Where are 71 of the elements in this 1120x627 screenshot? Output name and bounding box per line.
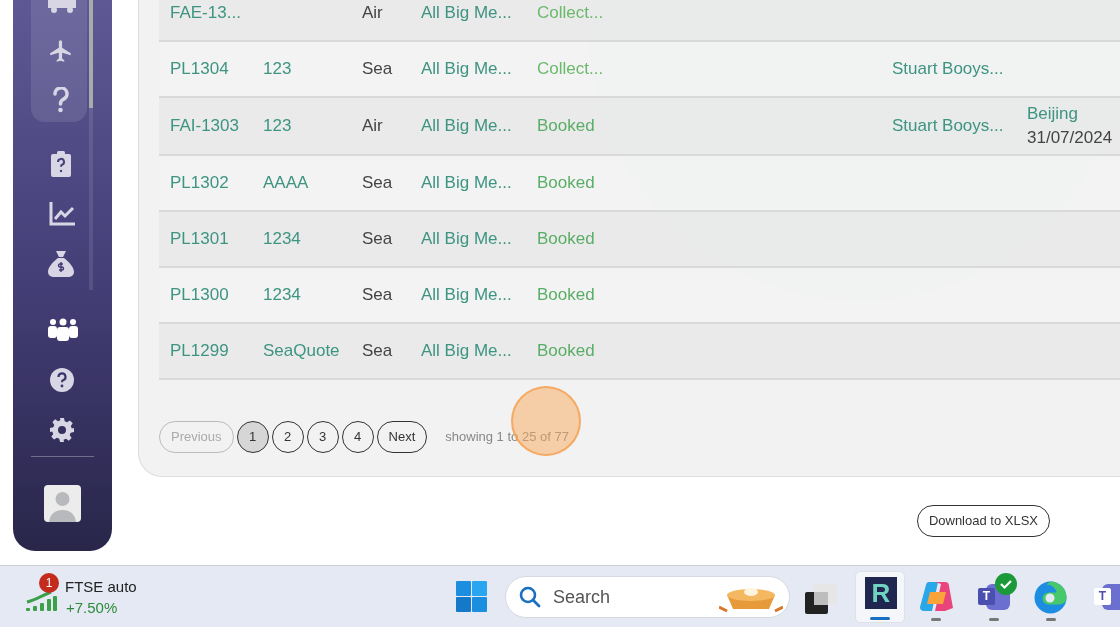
customer-link[interactable]: All Big Me... [421,226,512,252]
status-text: Collect... [537,58,604,81]
help-icon[interactable] [50,368,74,392]
line-chart-icon[interactable] [49,202,75,226]
table-row[interactable]: PL1299 SeaQuote Sea All Big Me... Booked [159,324,1120,380]
settings-icon[interactable] [50,418,74,442]
check-badge-icon [995,573,1017,595]
table-row[interactable]: PL1302 AAAA Sea All Big Me... Booked [159,156,1120,212]
question-icon[interactable] [52,87,70,113]
download-button[interactable]: Download to XLSX [916,505,1050,537]
taskbar-app-tile[interactable]: R [855,571,905,623]
table-cell-text: Air [362,2,383,25]
table-cell-text: Sea [362,172,393,195]
reference-link[interactable]: SeaQuote [263,338,340,364]
search-placeholder: Search [553,585,611,609]
shipment-link[interactable]: PL1299 [170,338,229,364]
status-text: Booked [537,172,595,195]
status-text: Booked [537,340,595,363]
status-text: Collect... [537,2,604,25]
reference-link[interactable]: AAAA [263,170,309,196]
widget-change: +7.50% [66,598,118,618]
contact-link[interactable]: Stuart Booys... [892,113,1004,139]
shipment-link[interactable]: PL1302 [170,170,229,196]
customer-link[interactable]: All Big Me... [421,282,512,308]
reference-link[interactable]: 123 [263,56,292,82]
customer-link[interactable]: All Big Me... [421,338,512,364]
reference-link[interactable]: 1234 [263,282,301,308]
shipment-link[interactable]: PL1300 [170,282,229,308]
customer-link[interactable]: All Big Me... [421,56,512,82]
app-logo: R [865,577,897,609]
table-cell-text: Sea [362,58,393,81]
page-button[interactable]: 1 [236,421,269,453]
browser-icon[interactable] [1034,581,1067,614]
contact-link[interactable]: Stuart Booys... [892,56,1004,82]
reference-link[interactable]: 123 [263,113,292,139]
search-icon [519,586,541,608]
people-group-icon[interactable] [48,318,78,341]
teams-letter: T [1094,588,1111,605]
table-row[interactable]: FAI-1303 123 Air All Big Me... Booked Stuart Booys... Beijing 31/07/2024 [159,98,1120,156]
customer-link[interactable]: All Big Me... [421,0,512,26]
customer-link[interactable]: All Big Me... [421,113,512,139]
date-text: 31/07/2024 [1027,127,1113,149]
table-row[interactable]: PL1300 1234 Sea All Big Me... Booked [159,268,1120,324]
customer-link[interactable]: All Big Me... [421,170,512,196]
table-cell-text: Air [362,115,383,138]
table-row[interactable]: PL1301 1234 Sea All Big Me... Booked [159,212,1120,268]
shipment-link[interactable]: PL1304 [170,56,229,82]
start-icon[interactable] [456,581,487,612]
task-view-icon[interactable] [805,584,837,614]
taskbar-search-field[interactable]: Search [505,576,790,618]
table-cell-text: Sea [362,228,393,251]
money-bag-icon[interactable] [48,251,74,277]
notification-badge: 1 [39,573,59,593]
status-text: Booked [537,115,595,138]
shipment-link[interactable]: FAI-1303 [170,113,239,139]
table-cell-text: Sea [362,340,393,363]
location-link[interactable]: Beijing [1027,102,1113,126]
table-cell-text: Sea [362,284,393,307]
teams-letter: T [978,588,995,605]
clipboard-question-icon[interactable] [51,151,71,177]
table-row[interactable]: PL1304 123 Sea All Big Me... Collect... Stuart Booys... [159,42,1120,98]
scrollbar-thumb[interactable] [89,0,93,108]
status-text: Booked [537,284,595,307]
status-text: Booked [537,228,595,251]
shipment-link[interactable]: FAE-13... [170,0,241,26]
widget-title[interactable]: FTSE auto [65,576,137,599]
reference-link[interactable]: 1234 [263,226,301,252]
airplane-icon[interactable] [48,38,74,64]
table-row[interactable]: FAE-13... Air All Big Me... Collect... [159,0,1120,42]
shipment-link[interactable]: PL1301 [170,226,229,252]
copilot-icon[interactable] [920,580,953,613]
